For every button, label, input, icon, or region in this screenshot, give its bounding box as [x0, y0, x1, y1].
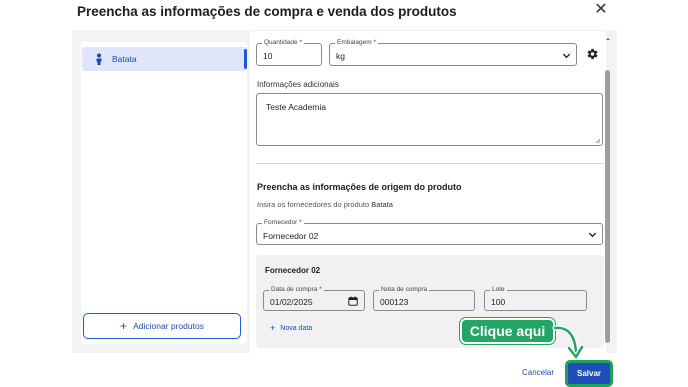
supplier-select[interactable]: Fornecedor * Fornecedor 02 [256, 219, 603, 245]
lot-field[interactable]: Lote 100 [484, 286, 587, 311]
purchase-note-value: 000123 [380, 297, 409, 307]
packaging-label: Embalagem [337, 39, 372, 46]
origin-subtitle-product: Batata [371, 200, 393, 209]
lot-label: Lote [490, 286, 507, 294]
additional-info-textarea[interactable]: Teste Academia [256, 93, 603, 146]
save-button[interactable]: Salvar [565, 360, 613, 387]
product-sidebar [81, 42, 247, 344]
sidebar-item-batata[interactable]: Batata [82, 47, 247, 71]
scrollbar-thumb[interactable] [605, 70, 610, 343]
purchase-note-label: Nota de compra [379, 286, 430, 294]
packaging-select[interactable]: Embalagem * kg [329, 39, 577, 66]
add-products-label: Adicionar produtos [133, 321, 204, 331]
section-divider [256, 163, 604, 164]
chevron-down-icon [562, 53, 571, 59]
sidebar-item-label: Batata [112, 54, 137, 64]
plus-icon: + [270, 323, 276, 333]
close-icon[interactable]: ✕ [593, 2, 609, 18]
quantity-label: Quantidade [264, 39, 298, 46]
origin-section-subtitle: Insira os fornecedores do produto Batata [257, 200, 393, 209]
purchase-date-value: 01/02/2025 [270, 297, 313, 307]
quantity-value: 10 [263, 51, 273, 61]
dialog-title: Preencha as informações de compra e vend… [77, 4, 457, 19]
cancel-button[interactable]: Cancelar [522, 368, 554, 377]
additional-info-label: Informações adicionais [257, 80, 339, 89]
add-products-button[interactable]: + Adicionar produtos [83, 313, 241, 339]
chevron-down-icon [588, 232, 597, 238]
lot-value: 100 [491, 297, 506, 307]
person-icon [96, 53, 102, 65]
quantity-field[interactable]: Quantidade * 10 [256, 39, 322, 66]
supplier-value: Fornecedor 02 [263, 231, 319, 241]
supplier-card-title: Fornecedor 02 [265, 266, 321, 275]
scroll-up-icon[interactable] [605, 36, 611, 42]
purchase-note-field[interactable]: Nota de compra 000123 [373, 286, 475, 311]
selected-indicator [244, 49, 247, 69]
callout-arrow-icon [552, 325, 585, 360]
purchase-date-label: Data de compra [271, 286, 318, 293]
new-date-label: Nova data [280, 324, 313, 332]
supplier-label: Fornecedor [264, 219, 298, 226]
gear-icon[interactable] [585, 47, 599, 61]
additional-info-value: Teste Academia [266, 102, 327, 112]
packaging-value: kg [336, 51, 345, 61]
purchase-date-field[interactable]: Data de compra * 01/02/2025 [263, 286, 365, 311]
resize-grip-icon[interactable] [595, 138, 601, 144]
plus-icon: + [120, 319, 128, 333]
calendar-icon[interactable] [348, 296, 358, 306]
new-date-button[interactable]: + Nova data [270, 323, 312, 333]
origin-section-title: Preencha as informações de origem do pro… [257, 182, 462, 192]
origin-subtitle-prefix: Insira os fornecedores do produto [257, 200, 370, 209]
callout-badge: Clique aqui [460, 318, 555, 344]
